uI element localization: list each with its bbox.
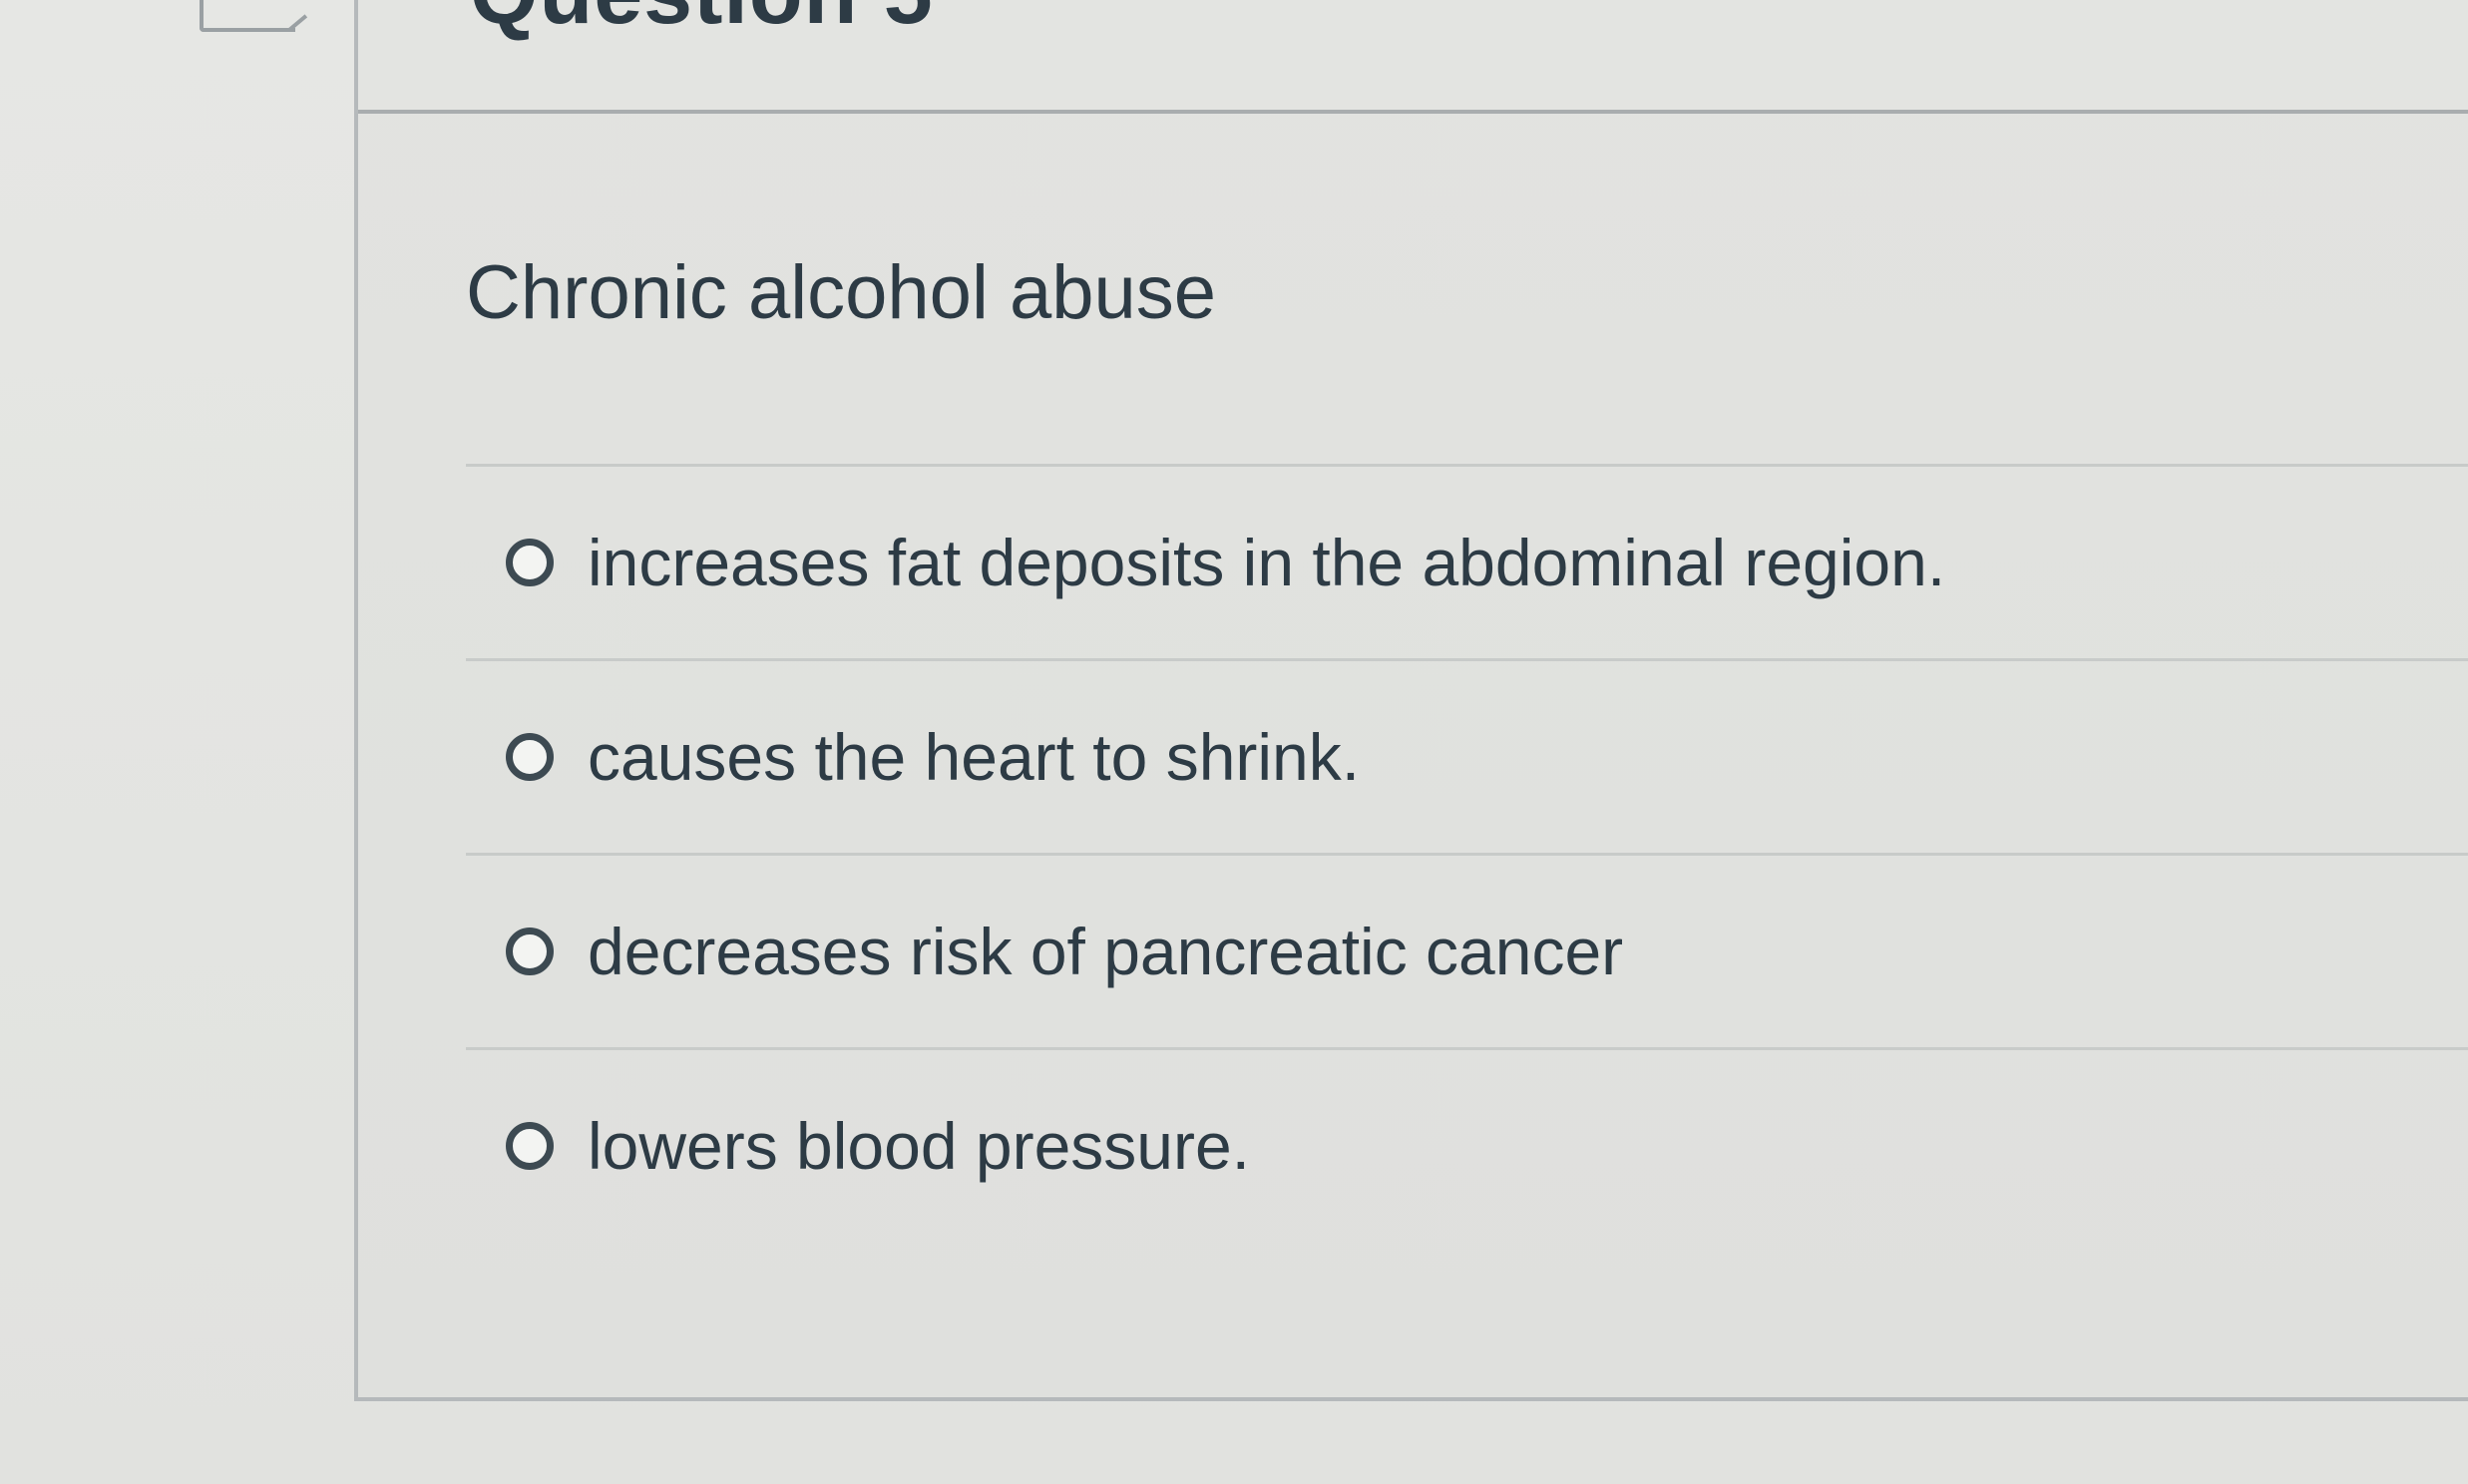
question-header: Question 5: [358, 0, 2468, 114]
answer-label: causes the heart to shrink.: [588, 720, 1361, 794]
radio-unselected-icon[interactable]: [506, 928, 554, 975]
answer-label: lowers blood pressure.: [588, 1109, 1250, 1183]
answer-option[interactable]: decreases risk of pancreatic cancer: [466, 856, 2468, 1047]
radio-unselected-icon[interactable]: [506, 733, 554, 781]
question-title: Question 5: [470, 0, 934, 44]
answer-option[interactable]: increases fat deposits in the abdominal …: [466, 467, 2468, 658]
answer-label: increases fat deposits in the abdominal …: [588, 526, 1946, 599]
radio-unselected-icon[interactable]: [506, 1122, 554, 1170]
answer-list: increases fat deposits in the abdominal …: [466, 464, 2468, 1242]
flag-icon[interactable]: [200, 0, 295, 32]
answer-option[interactable]: causes the heart to shrink.: [466, 661, 2468, 853]
radio-unselected-icon[interactable]: [506, 539, 554, 586]
quiz-page: Question 5 Chronic alcohol abuse increas…: [0, 0, 2468, 1484]
question-text: Chronic alcohol abuse: [466, 250, 1217, 335]
answer-label: decreases risk of pancreatic cancer: [588, 915, 1624, 988]
answer-option[interactable]: lowers blood pressure.: [466, 1050, 2468, 1242]
question-card: Question 5 Chronic alcohol abuse increas…: [354, 0, 2468, 1401]
